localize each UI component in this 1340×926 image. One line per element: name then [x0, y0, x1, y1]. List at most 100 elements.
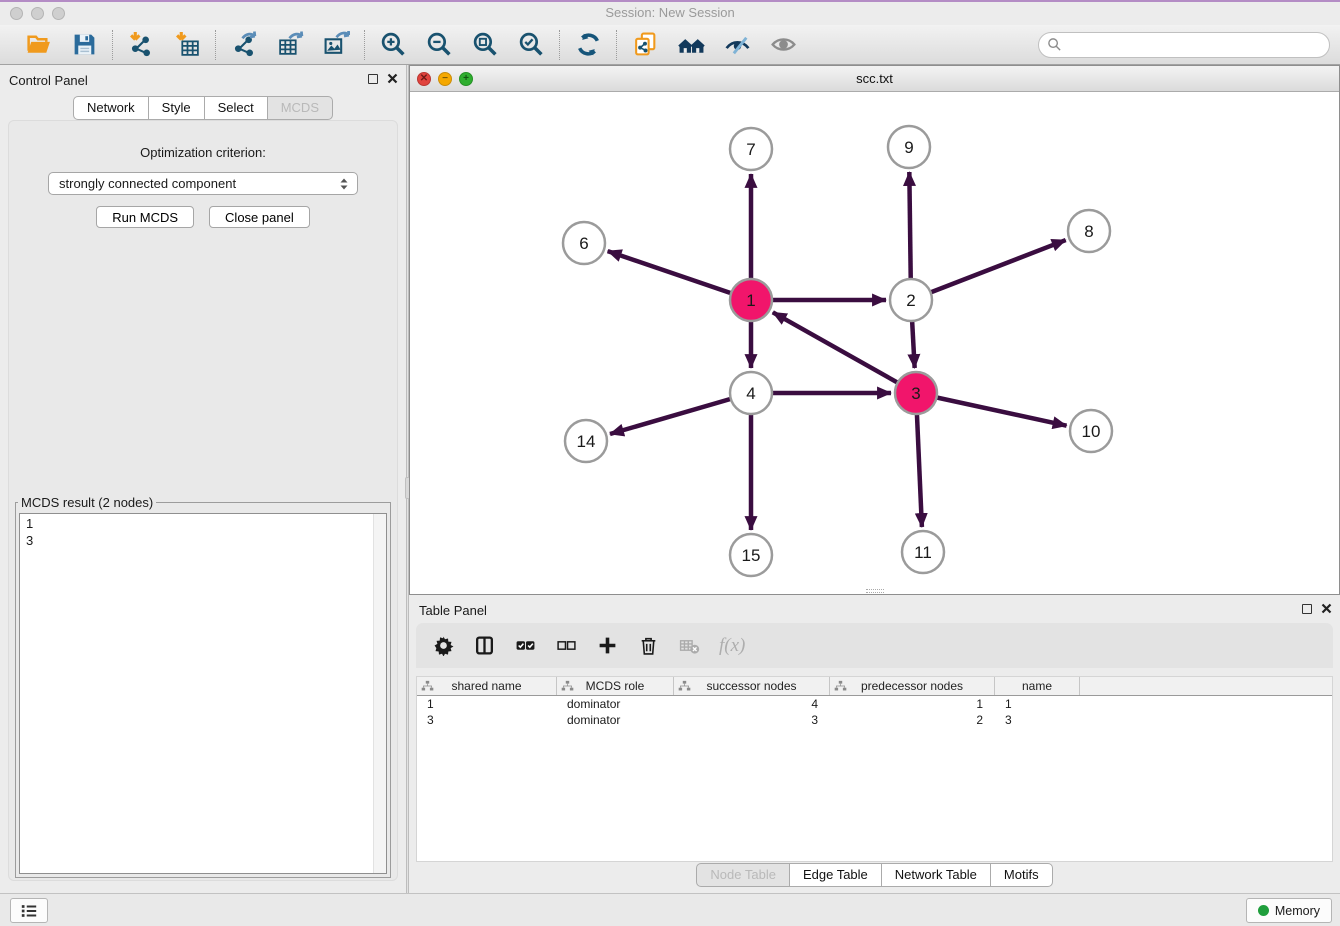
node-label: 15: [742, 546, 761, 565]
graph-node-1[interactable]: 1: [730, 279, 772, 321]
column-header-shared-name[interactable]: shared name: [417, 677, 557, 695]
open-session-button[interactable]: [24, 31, 52, 59]
cell-name: 3: [995, 713, 1080, 727]
graph-node-8[interactable]: 8: [1068, 210, 1110, 252]
mcds-result-list: 13: [19, 513, 387, 874]
graph-node-9[interactable]: 9: [888, 126, 930, 168]
tab-mcds[interactable]: MCDS: [267, 96, 333, 120]
column-header-name[interactable]: name: [995, 677, 1080, 695]
edge-3-10[interactable]: [916, 393, 1067, 426]
toolbar-group: [560, 31, 616, 59]
save-session-button[interactable]: [70, 31, 98, 59]
show-hidden-button[interactable]: [769, 31, 797, 59]
tab-network-table[interactable]: Network Table: [881, 863, 991, 887]
zoom-out-button[interactable]: [425, 31, 453, 59]
delete-table-icon: [679, 635, 700, 656]
column-header-predecessor-nodes[interactable]: predecessor nodes: [830, 677, 995, 695]
add-column-button[interactable]: [596, 635, 618, 657]
edge-3-1[interactable]: [773, 312, 916, 393]
close-panel-button[interactable]: Close panel: [209, 206, 310, 228]
canvas-resize-grip[interactable]: [866, 589, 884, 593]
column-type-icon: [561, 680, 574, 692]
deselect-all-rows-icon: [556, 635, 577, 656]
table-panel-title: Table Panel: [419, 603, 487, 618]
table-toolbar: f(x): [416, 623, 1333, 668]
table-header-row: shared name MCDS role successor nodesprede…: [417, 677, 1332, 696]
graph-node-4[interactable]: 4: [730, 372, 772, 414]
main-toolbar: [0, 25, 1340, 65]
close-panel-icon[interactable]: [387, 73, 398, 84]
import-network-button[interactable]: [127, 31, 155, 59]
network-canvas[interactable]: 7 9 6 8 1 2 4 3 14 10 15 11: [410, 92, 1339, 594]
table-panel-header: Table Panel: [409, 595, 1340, 623]
duplicate-network-button[interactable]: [631, 31, 659, 59]
graph-node-10[interactable]: 10: [1070, 410, 1112, 452]
cell-successor-nodes: 4: [674, 697, 830, 711]
column-header-MCDS-role[interactable]: MCDS role: [557, 677, 674, 695]
task-history-button[interactable]: [10, 898, 48, 923]
app-window: Session: New Session Control Panel Netwo…: [0, 0, 1340, 926]
node-label: 10: [1082, 422, 1101, 441]
toggle-columns-button[interactable]: [473, 635, 495, 657]
first-neighbors-button[interactable]: [677, 31, 705, 59]
save-session-icon: [71, 31, 98, 58]
list-icon: [20, 903, 38, 919]
toolbar-group: [617, 31, 811, 59]
graph-node-3[interactable]: 3: [895, 372, 937, 414]
zoom-in-button[interactable]: [379, 31, 407, 59]
close-table-panel-icon[interactable]: [1321, 603, 1332, 614]
node-label: 4: [746, 384, 755, 403]
select-all-rows-button[interactable]: [514, 635, 536, 657]
export-image-button[interactable]: [322, 31, 350, 59]
node-label: 7: [746, 140, 755, 159]
delete-column-button[interactable]: [637, 635, 659, 657]
control-panel-title: Control Panel: [9, 73, 88, 88]
import-table-icon: [174, 31, 201, 58]
cell-name: 1: [995, 697, 1080, 711]
graph-node-6[interactable]: 6: [563, 222, 605, 264]
column-label: MCDS role: [586, 679, 645, 693]
window-titlebar: Session: New Session: [0, 2, 1340, 25]
edge-1-6[interactable]: [608, 251, 751, 300]
zoom-selected-button[interactable]: [517, 31, 545, 59]
tab-edge-table[interactable]: Edge Table: [789, 863, 882, 887]
apply-preferred-layout-button[interactable]: [574, 31, 602, 59]
table-settings-button[interactable]: [432, 635, 454, 657]
node-label: 6: [579, 234, 588, 253]
import-table-button[interactable]: [173, 31, 201, 59]
export-network-button[interactable]: [230, 31, 258, 59]
hide-selected-button[interactable]: [723, 31, 751, 59]
optimization-criterion-select[interactable]: strongly connected component: [48, 172, 358, 195]
table-tabs: Node TableEdge TableNetwork TableMotifs: [409, 863, 1340, 887]
zoom-fit-button[interactable]: [471, 31, 499, 59]
table-row[interactable]: 1dominator411: [417, 696, 1332, 712]
cell-MCDS-role: dominator: [557, 713, 674, 727]
hide-selected-icon: [724, 31, 751, 58]
tab-style[interactable]: Style: [148, 96, 205, 120]
column-header-successor-nodes[interactable]: successor nodes: [674, 677, 830, 695]
export-table-button[interactable]: [276, 31, 304, 59]
tab-motifs[interactable]: Motifs: [990, 863, 1053, 887]
float-table-panel-icon[interactable]: [1302, 604, 1312, 614]
tab-select[interactable]: Select: [204, 96, 268, 120]
graph-node-14[interactable]: 14: [565, 420, 607, 462]
graph-node-15[interactable]: 15: [730, 534, 772, 576]
tab-node-table[interactable]: Node Table: [696, 863, 790, 887]
graph-node-2[interactable]: 2: [890, 279, 932, 321]
result-scrollbar[interactable]: [373, 514, 386, 873]
network-view-window: ✕ − + scc.txt 7968124314101511: [409, 65, 1340, 595]
memory-button[interactable]: Memory: [1246, 898, 1332, 923]
show-hidden-icon: [770, 31, 797, 58]
run-mcds-button[interactable]: Run MCDS: [96, 206, 194, 228]
tab-network[interactable]: Network: [73, 96, 149, 120]
search-input[interactable]: [1038, 32, 1330, 58]
deselect-all-rows-button[interactable]: [555, 635, 577, 657]
graph-node-7[interactable]: 7: [730, 128, 772, 170]
edge-2-8[interactable]: [911, 240, 1066, 300]
export-image-icon: [323, 31, 350, 58]
zoom-fit-icon: [472, 31, 499, 58]
open-session-icon: [25, 31, 52, 58]
table-row[interactable]: 3dominator323: [417, 712, 1332, 728]
float-panel-icon[interactable]: [368, 74, 378, 84]
graph-node-11[interactable]: 11: [902, 531, 944, 573]
